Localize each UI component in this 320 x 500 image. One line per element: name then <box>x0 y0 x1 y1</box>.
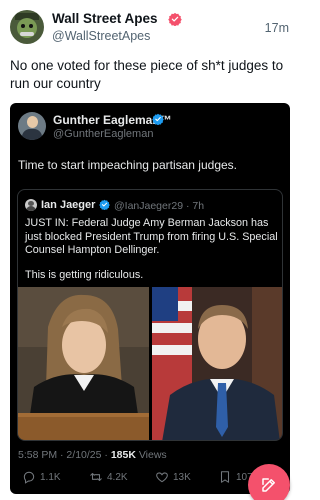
compose-icon <box>262 478 275 492</box>
repost-action: 4.2K <box>89 469 128 485</box>
author-avatar[interactable] <box>10 10 44 44</box>
like-action: 13K <box>155 469 191 485</box>
reply-action: 1.1K <box>22 469 61 485</box>
counsel-photo <box>152 287 282 440</box>
post-text: No one voted for these piece of sh*t jud… <box>10 58 284 91</box>
verified-badge-icon <box>152 113 164 125</box>
views-count: 185K <box>110 449 136 461</box>
quoted-tweet: Ian Jaeger @IanJaeger29 · 7h JUST IN: Fe… <box>17 189 283 441</box>
compose-button[interactable] <box>248 464 290 500</box>
quoted-author-name: Ian Jaeger <box>41 199 96 211</box>
quoted-text: JUST IN: Federal Judge Amy Berman Jackso… <box>25 217 278 256</box>
author-handle[interactable]: @WallStreetApes <box>52 29 150 43</box>
quoted-author-handle: @IanJaeger29 · 7h <box>114 200 205 212</box>
views-label: Views <box>135 449 167 461</box>
bookmark-icon <box>220 471 230 483</box>
embedded-text: Time to start impeaching partisan judges… <box>18 158 237 172</box>
reply-icon <box>23 471 35 484</box>
heart-icon <box>156 472 168 483</box>
repost-icon <box>90 472 102 482</box>
author-name[interactable]: Wall Street Apes <box>52 11 158 26</box>
repost-count: 4.2K <box>107 471 128 483</box>
post-time: 17m <box>264 21 289 35</box>
tweet-actions: 1.1K 4.2K 13K 107 <box>18 469 283 485</box>
post-header: Wall Street Apes @WallStreetApes 17m <box>10 10 291 46</box>
reply-count: 1.1K <box>40 471 61 483</box>
tweet-meta-time: 5:58 PM · 2/10/25 · <box>18 449 111 461</box>
judge-photo <box>18 287 149 440</box>
embedded-author-avatar <box>18 112 46 140</box>
embedded-author-handle: @GuntherEagleman <box>53 128 154 140</box>
quoted-text-2: This is getting ridiculous. <box>25 269 144 281</box>
verified-badge-icon <box>168 12 182 26</box>
tweet-meta: 5:58 PM · 2/10/25 · 185K Views <box>18 449 167 461</box>
verified-badge-icon <box>99 199 110 210</box>
like-count: 13K <box>173 471 191 483</box>
quoted-author-avatar <box>25 199 37 211</box>
embedded-tweet-image[interactable]: Gunther Eagleman™ @GuntherEagleman Time … <box>10 103 290 494</box>
